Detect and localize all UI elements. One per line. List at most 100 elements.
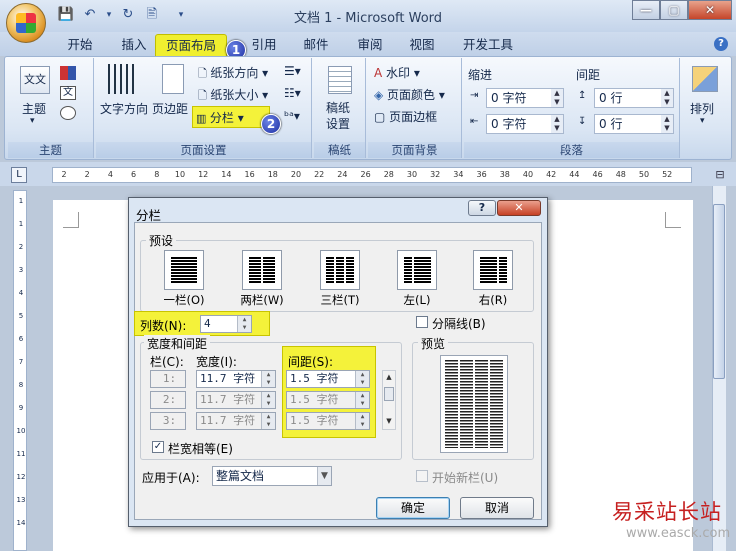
maximize-button[interactable]: ▢ <box>660 0 688 20</box>
ruler-tick: 6 <box>131 170 137 179</box>
dialog-help-button[interactable]: ? <box>468 200 496 216</box>
space-after-input[interactable]: 0 行 ▲ ▼ <box>594 114 674 134</box>
preset-col <box>498 257 507 283</box>
tab-view[interactable]: 视图 <box>402 34 442 56</box>
help-icon[interactable]: ? <box>714 37 728 51</box>
new-column-checkbox[interactable] <box>416 470 428 482</box>
margin-mark-right <box>665 212 681 228</box>
preset-left[interactable] <box>397 250 437 290</box>
text-direction-button[interactable]: 文字方向 <box>100 100 148 117</box>
scroll-down-icon[interactable]: ▼ <box>384 417 394 425</box>
size-button[interactable]: 🗋 纸张大小 ▾ <box>198 86 268 106</box>
watermark-button[interactable]: A 水印 ▾ <box>374 64 420 81</box>
office-logo-icon <box>16 13 36 33</box>
spacing-spinner-1[interactable]: ▲ ▼ <box>355 371 369 387</box>
line-numbers-icon[interactable]: ☷▾ <box>284 86 301 100</box>
tab-selector-button[interactable]: L <box>11 167 27 183</box>
breaks-icon[interactable]: ☰▾ <box>284 64 301 78</box>
spacing-input-1[interactable]: 1.5 字符 ▲ ▼ <box>286 370 370 388</box>
tab-mailings[interactable]: 邮件 <box>296 34 336 56</box>
orientation-button[interactable]: 🗋 纸张方向 ▾ <box>198 64 268 84</box>
width-input-1[interactable]: 11.7 字符 ▲ ▼ <box>196 370 276 388</box>
page-border-button[interactable]: ▢ 页面边框 <box>374 108 437 125</box>
rows-scroll-thumb[interactable] <box>384 387 394 401</box>
tab-insert[interactable]: 插入 <box>114 34 154 56</box>
cancel-button[interactable]: 取消 <box>460 497 534 519</box>
dialog-close-button[interactable]: ✕ <box>497 200 541 216</box>
preset-right[interactable] <box>473 250 513 290</box>
page-border-label: 页面边框 <box>389 110 438 124</box>
page-background-group-label: 页面背景 <box>368 142 461 158</box>
close-button[interactable]: ✕ <box>688 0 732 20</box>
tab-review[interactable]: 审阅 <box>350 34 390 56</box>
vruler-tick: 11 <box>16 450 26 458</box>
rows-scrollbar[interactable]: ▲ ▼ <box>382 370 396 430</box>
spacing-spinner-3[interactable]: ▲ ▼ <box>355 413 369 429</box>
width-input-3[interactable]: 11.7 字符 ▲ ▼ <box>196 412 276 430</box>
apply-to-dropdown-icon[interactable]: ▼ <box>317 467 331 485</box>
tab-page-layout[interactable]: 页面布局 <box>155 34 227 56</box>
indent-left-spinner[interactable]: ▲ ▼ <box>551 89 563 107</box>
ruler-tick: 40 <box>522 170 534 179</box>
preset-three-columns[interactable] <box>320 250 360 290</box>
indent-left-value: 0 字符 <box>491 91 527 105</box>
arrange-dropdown-icon[interactable]: ▾ <box>700 116 705 126</box>
theme-dropdown-icon[interactable]: ▾ <box>30 116 35 126</box>
vruler-tick: 6 <box>18 335 24 343</box>
preset-two-columns[interactable] <box>242 250 282 290</box>
spacing-spinner-2[interactable]: ▲ ▼ <box>355 392 369 408</box>
indent-left-input[interactable]: 0 字符 ▲ ▼ <box>486 88 564 108</box>
vruler-tick: 3 <box>18 266 24 274</box>
preset-right-label: 右(R) <box>478 293 508 307</box>
ruler-tick: 10 <box>174 170 186 179</box>
width-spinner-1[interactable]: ▲ ▼ <box>261 371 275 387</box>
arrange-group: 排列 ▾ <box>684 58 728 158</box>
space-before-spinner[interactable]: ▲ ▼ <box>661 89 673 107</box>
scroll-up-icon[interactable]: ▲ <box>384 373 394 381</box>
vertical-ruler[interactable]: 1 1 2 3 4 5 6 7 8 9 10 11 12 13 14 <box>13 190 27 551</box>
tab-references[interactable]: 引用 <box>244 34 284 56</box>
new-column-label: 开始新栏(U) <box>432 471 499 485</box>
num-columns-spinner[interactable]: ▲ ▼ <box>237 316 251 332</box>
ok-button[interactable]: 确定 <box>376 497 450 519</box>
width-spinner-2[interactable]: ▲ ▼ <box>261 392 275 408</box>
col-number-1: 1: <box>150 370 186 388</box>
horizontal-ruler[interactable]: 2 2 4 6 8 10 12 14 16 18 20 22 24 26 28 30 32 34 36 38 40 42 4… <box>52 167 692 183</box>
vruler-tick: 10 <box>16 427 26 435</box>
columns-button[interactable]: ▥ 分栏 ▾ <box>196 109 244 126</box>
spacing-input-2[interactable]: 1.5 字符 ▲ ▼ <box>286 391 370 409</box>
theme-button[interactable]: 主题 <box>22 100 46 117</box>
view-ruler-icon[interactable]: ⊟ <box>712 168 728 184</box>
draft-paper-button[interactable]: 稿纸 设置 <box>326 100 350 132</box>
indent-right-input[interactable]: 0 字符 ▲ ▼ <box>486 114 564 134</box>
theme-effects-icon[interactable] <box>60 106 76 120</box>
space-before-input[interactable]: 0 行 ▲ ▼ <box>594 88 674 108</box>
hyphenation-icon[interactable]: ᵇᵃ▾ <box>284 109 300 123</box>
theme-colors-icon[interactable] <box>60 66 76 80</box>
office-button[interactable] <box>6 3 46 43</box>
margins-button[interactable]: 页边距 <box>152 100 188 117</box>
width-input-2[interactable]: 11.7 字符 ▲ ▼ <box>196 391 276 409</box>
apply-to-select[interactable]: 整篇文档 ▼ <box>212 466 332 486</box>
space-after-spinner[interactable]: ▲ ▼ <box>661 115 673 133</box>
spacing-input-3[interactable]: 1.5 字符 ▲ ▼ <box>286 412 370 430</box>
width-spinner-3[interactable]: ▲ ▼ <box>261 413 275 429</box>
site-watermark: 易采站长站 <box>612 500 722 524</box>
separator-checkbox[interactable] <box>416 316 428 328</box>
minimize-button[interactable]: — <box>632 0 660 20</box>
arrange-button[interactable]: 排列 <box>690 100 714 117</box>
preset-col <box>249 257 261 283</box>
page-color-button[interactable]: ◈ 页面颜色 ▾ <box>374 86 445 103</box>
columns-label: 分栏 <box>209 111 234 125</box>
preset-two-label: 两栏(W) <box>240 293 284 307</box>
preset-one-column[interactable] <box>164 250 204 290</box>
vruler-tick: 1 <box>18 220 24 228</box>
scrollbar-thumb[interactable] <box>713 204 725 379</box>
theme-fonts-icon[interactable]: 文 <box>60 86 76 100</box>
num-columns-input[interactable]: 4 ▲ ▼ <box>200 315 252 333</box>
indent-right-spinner[interactable]: ▲ ▼ <box>551 115 563 133</box>
equal-width-checkbox[interactable]: ✓ <box>152 441 164 453</box>
preset-one-label: 一栏(O) <box>163 293 205 307</box>
tab-home[interactable]: 开始 <box>60 34 100 56</box>
tab-developer[interactable]: 开发工具 <box>456 34 520 56</box>
